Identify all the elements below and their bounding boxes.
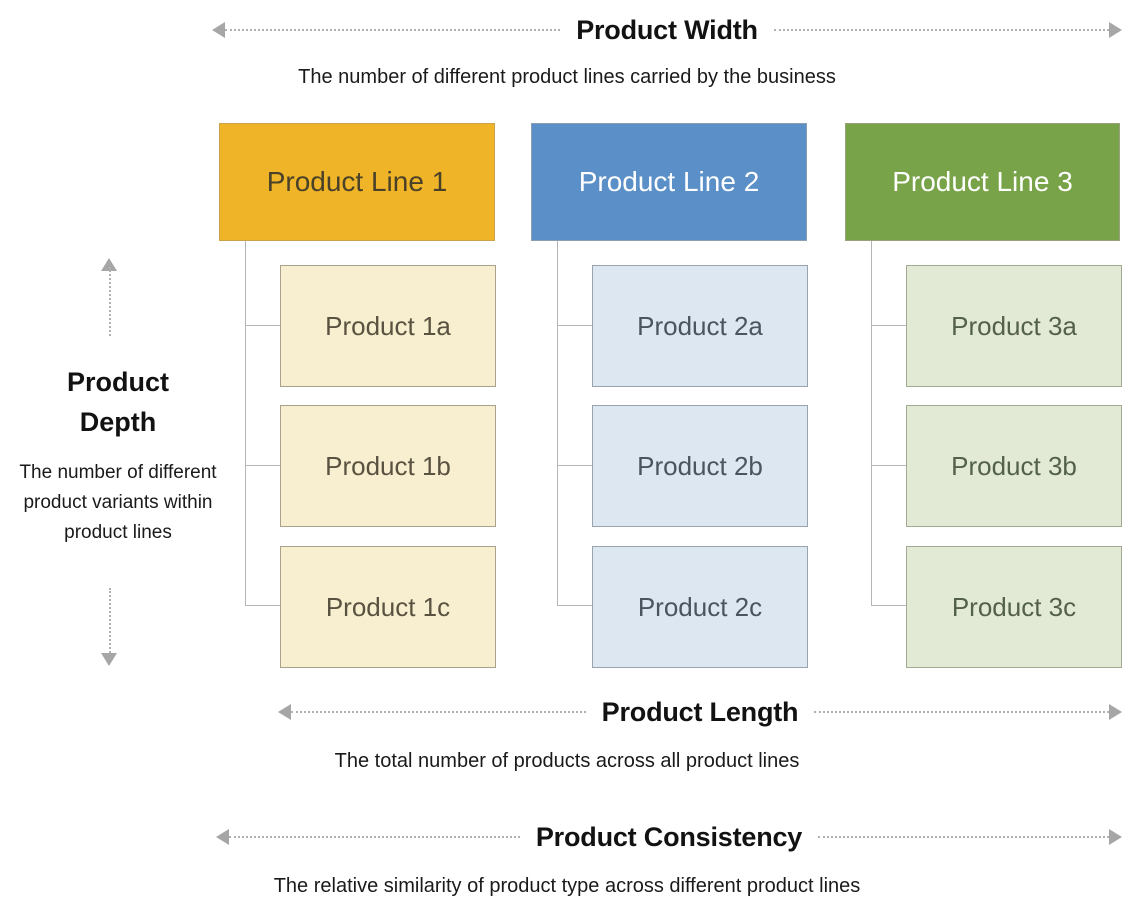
connector-branch xyxy=(245,465,281,466)
connector-trunk xyxy=(245,241,246,605)
product-line-header[interactable]: Product Line 3 xyxy=(845,123,1120,241)
product-length-title: Product Length xyxy=(601,696,799,727)
arrow-left-icon xyxy=(278,704,291,720)
product-variant-box[interactable]: Product 3c xyxy=(906,546,1122,668)
product-consistency-axis: Product Consistency xyxy=(216,817,1123,857)
connector-branch xyxy=(871,605,907,606)
product-line-header[interactable]: Product Line 2 xyxy=(531,123,807,241)
product-mix-diagram: Product Line 1 Product 1a Product 1b Pro… xyxy=(0,0,1134,918)
product-line-header[interactable]: Product Line 1 xyxy=(219,123,495,241)
product-variant-box[interactable]: Product 2b xyxy=(592,405,808,527)
connector-trunk xyxy=(871,241,872,605)
product-variant-box[interactable]: Product 3b xyxy=(906,405,1122,527)
product-variant-box[interactable]: Product 1a xyxy=(280,265,496,387)
connector-branch xyxy=(245,605,281,606)
arrow-right-icon xyxy=(1109,704,1122,720)
connector-trunk xyxy=(557,241,558,605)
connector-branch xyxy=(557,605,593,606)
product-consistency-title: Product Consistency xyxy=(535,821,803,852)
arrow-right-icon xyxy=(1109,829,1123,845)
connector-branch xyxy=(557,465,593,466)
product-variant-box[interactable]: Product 1c xyxy=(280,546,496,668)
connector-branch xyxy=(557,325,593,326)
product-variant-box[interactable]: Product 3a xyxy=(906,265,1122,387)
axis-dotted-line xyxy=(818,835,1110,839)
connector-branch xyxy=(871,325,907,326)
product-variant-box[interactable]: Product 1b xyxy=(280,405,496,527)
product-variant-box[interactable]: Product 2c xyxy=(592,546,808,668)
axis-dotted-line xyxy=(229,835,520,839)
product-consistency-subtitle: The relative similarity of product type … xyxy=(273,875,861,897)
product-length-subtitle: The total number of products across all … xyxy=(334,750,800,772)
arrow-left-icon xyxy=(216,829,229,845)
axis-dotted-line xyxy=(291,710,586,714)
product-length-axis: Product Length xyxy=(278,692,1122,732)
product-variant-box[interactable]: Product 2a xyxy=(592,265,808,387)
connector-branch xyxy=(871,465,907,466)
connector-branch xyxy=(245,325,281,326)
axis-dotted-line xyxy=(814,710,1109,714)
